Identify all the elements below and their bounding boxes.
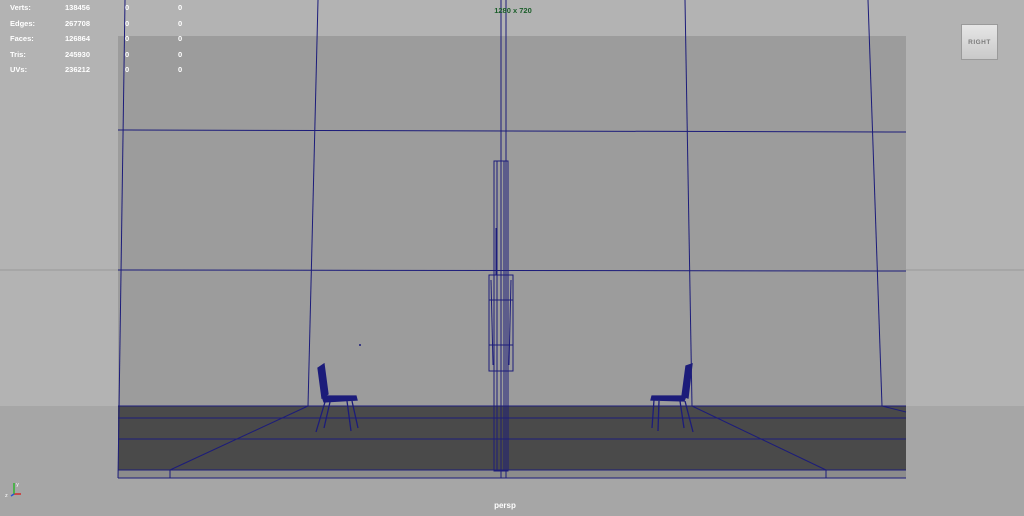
hud-total: 245930 [65,49,91,59]
viewcube-face-label: RIGHT [968,38,991,46]
stage-front-edge [118,470,906,478]
hud-total: 138456 [65,3,91,12]
hud-selected: 0 [125,49,130,59]
hud-selected: 0 [125,65,130,74]
hud-row-verts: Verts: 138456 0 0 [10,0,208,16]
poly-count-hud: Verts: 138456 0 0 Edges: 267708 0 0 Face… [10,0,208,78]
hud-component: 0 [178,49,183,59]
axis-gizmo-icon: z y [5,482,21,498]
stage-floor [118,406,906,478]
hud-total: 126864 [65,34,91,43]
hud-label: Tris: [10,49,26,59]
hud-selected: 0 [125,18,130,28]
hud-selected: 0 [125,3,130,12]
hud-component: 0 [178,34,183,43]
hud-label: UVs: [10,65,28,74]
hud-total: 236212 [65,65,91,74]
hud-selected: 0 [125,34,130,43]
resolution-gate-label: 1280 x 720 [494,6,532,15]
hud-row-edges: Edges: 267708 0 0 [10,16,208,32]
hud-row-tris: Tris: 245930 0 0 [10,47,208,63]
axis-z-label: z [5,493,8,498]
hud-component: 0 [178,65,183,74]
hud-label: Edges: [10,18,36,28]
gate-area [118,36,906,406]
hud-label: Verts: [10,3,31,12]
camera-name-label: persp [494,501,516,510]
vertex-dot [359,344,361,346]
axis-y-label: y [16,482,19,488]
hud-component: 0 [178,3,183,12]
hud-component: 0 [178,18,183,28]
viewcube-icon[interactable]: RIGHT [961,24,998,60]
hud-label: Faces: [10,34,34,43]
hud-row-faces: Faces: 126864 0 0 [10,31,208,47]
hud-total: 267708 [65,18,91,28]
viewport[interactable]: Verts: 138456 0 0 Edges: 267708 0 0 Face… [0,0,1024,516]
hud-row-uvs: UVs: 236212 0 0 [10,62,208,78]
